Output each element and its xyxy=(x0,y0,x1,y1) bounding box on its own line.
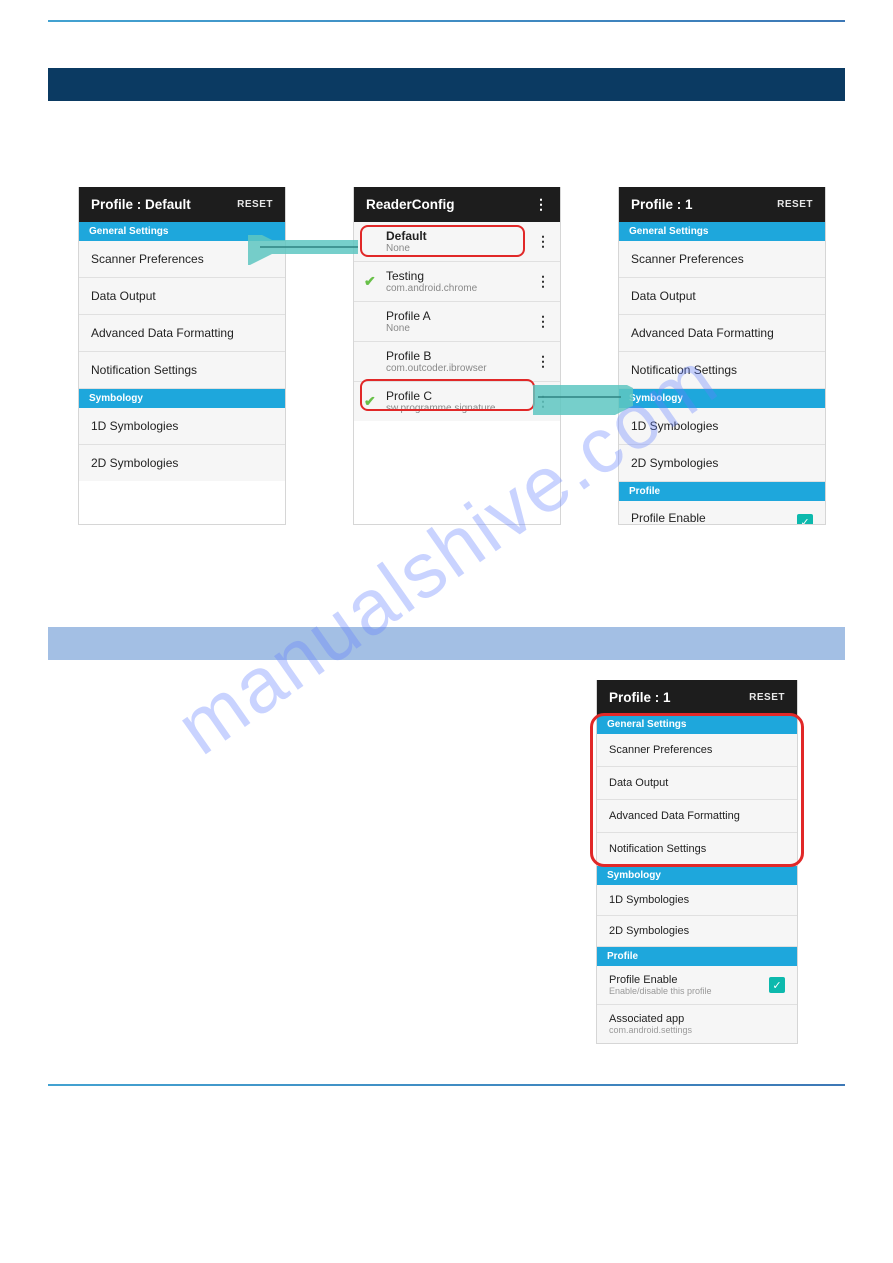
panel-profile-1-full: Profile : 1 RESET General Settings Scann… xyxy=(596,680,798,1044)
profile-row-b[interactable]: Profile B com.outcoder.ibrowser ⋮ xyxy=(354,342,560,382)
profile-row-default[interactable]: Default None ⋮ xyxy=(354,222,560,262)
profile-sub: sw.programme.signature xyxy=(386,403,530,414)
checkbox-icon[interactable]: ✓ xyxy=(797,514,813,525)
profile-sub: com.outcoder.ibrowser xyxy=(386,363,530,374)
row-menu-icon[interactable]: ⋮ xyxy=(536,278,550,284)
row-menu-icon[interactable]: ⋮ xyxy=(536,238,550,244)
menu-icon[interactable]: ⋮ xyxy=(534,200,548,208)
panel-header: Profile : 1 RESET xyxy=(619,187,825,222)
section-general-settings: General Settings xyxy=(619,222,825,241)
reset-button[interactable]: RESET xyxy=(749,692,785,703)
item-profile-enable[interactable]: Profile Enable ✓ xyxy=(619,501,825,525)
profile-enable-title: Profile Enable xyxy=(609,974,769,986)
panel-title: Profile : 1 xyxy=(609,690,671,705)
panel-header: Profile : 1 RESET xyxy=(597,680,797,715)
dark-banner xyxy=(48,68,845,101)
profile-sub: None xyxy=(386,243,530,254)
section-symbology: Symbology xyxy=(597,866,797,885)
item-data-output[interactable]: Data Output xyxy=(597,767,797,800)
item-2d-symbologies[interactable]: 2D Symbologies xyxy=(597,916,797,947)
item-data-output[interactable]: Data Output xyxy=(79,278,285,315)
panel-header: Profile : Default RESET xyxy=(79,187,285,222)
panel-header: ReaderConfig ⋮ xyxy=(354,187,560,222)
panel-readerconfig: ReaderConfig ⋮ Default None ⋮ ✔ Testing … xyxy=(353,187,561,525)
row-menu-icon[interactable]: ⋮ xyxy=(536,398,550,404)
item-2d-symbologies[interactable]: 2D Symbologies xyxy=(79,445,285,481)
section-general-settings: General Settings xyxy=(597,715,797,734)
panel-profile-1: Profile : 1 RESET General Settings Scann… xyxy=(618,187,826,525)
profile-name: Testing xyxy=(386,269,530,283)
profile-row-c[interactable]: ✔ Profile C sw.programme.signature ⋮ xyxy=(354,382,560,421)
profile-name: Profile B xyxy=(386,349,530,363)
item-notification-settings[interactable]: Notification Settings xyxy=(597,833,797,866)
item-1d-symbologies[interactable]: 1D Symbologies xyxy=(597,885,797,916)
item-scanner-preferences[interactable]: Scanner Preferences xyxy=(597,734,797,767)
profile-name: Profile A xyxy=(386,309,530,323)
associated-app-title: Associated app xyxy=(609,1013,692,1025)
panel-title: ReaderConfig xyxy=(366,197,455,212)
panel-title: Profile : 1 xyxy=(631,197,693,212)
item-scanner-preferences[interactable]: Scanner Preferences xyxy=(619,241,825,278)
item-scanner-preferences[interactable]: Scanner Preferences xyxy=(79,241,285,278)
reset-button[interactable]: RESET xyxy=(777,199,813,210)
panel-title: Profile : Default xyxy=(91,197,191,212)
item-data-output[interactable]: Data Output xyxy=(619,278,825,315)
row-menu-icon[interactable]: ⋮ xyxy=(536,358,550,364)
profile-row-testing[interactable]: ✔ Testing com.android.chrome ⋮ xyxy=(354,262,560,302)
profile-sub: None xyxy=(386,323,530,334)
profile-name: Default xyxy=(386,229,530,243)
section-general-settings: General Settings xyxy=(79,222,285,241)
item-1d-symbologies[interactable]: 1D Symbologies xyxy=(79,408,285,445)
section-profile: Profile xyxy=(597,947,797,966)
reset-button[interactable]: RESET xyxy=(237,199,273,210)
item-notification-settings[interactable]: Notification Settings xyxy=(619,352,825,389)
profile-sub: com.android.chrome xyxy=(386,283,530,294)
panel-profile-default: Profile : Default RESET General Settings… xyxy=(78,187,286,525)
section-symbology: Symbology xyxy=(619,389,825,408)
item-advanced-data-formatting[interactable]: Advanced Data Formatting xyxy=(79,315,285,352)
item-2d-symbologies[interactable]: 2D Symbologies xyxy=(619,445,825,482)
check-icon: ✔ xyxy=(364,393,376,410)
profile-enable-sub: Enable/disable this profile xyxy=(609,986,769,996)
section-profile: Profile xyxy=(619,482,825,501)
profile-row-a[interactable]: Profile A None ⋮ xyxy=(354,302,560,342)
item-advanced-data-formatting[interactable]: Advanced Data Formatting xyxy=(619,315,825,352)
item-associated-app[interactable]: Associated app com.android.settings xyxy=(597,1005,797,1043)
checkbox-icon[interactable]: ✓ xyxy=(769,977,785,993)
item-1d-symbologies[interactable]: 1D Symbologies xyxy=(619,408,825,445)
item-notification-settings[interactable]: Notification Settings xyxy=(79,352,285,389)
row-menu-icon[interactable]: ⋮ xyxy=(536,318,550,324)
light-banner xyxy=(48,627,845,660)
profile-name: Profile C xyxy=(386,389,530,403)
item-profile-enable[interactable]: Profile Enable Enable/disable this profi… xyxy=(597,966,797,1005)
item-advanced-data-formatting[interactable]: Advanced Data Formatting xyxy=(597,800,797,833)
associated-app-sub: com.android.settings xyxy=(609,1025,692,1035)
section-symbology: Symbology xyxy=(79,389,285,408)
check-icon: ✔ xyxy=(364,273,376,290)
